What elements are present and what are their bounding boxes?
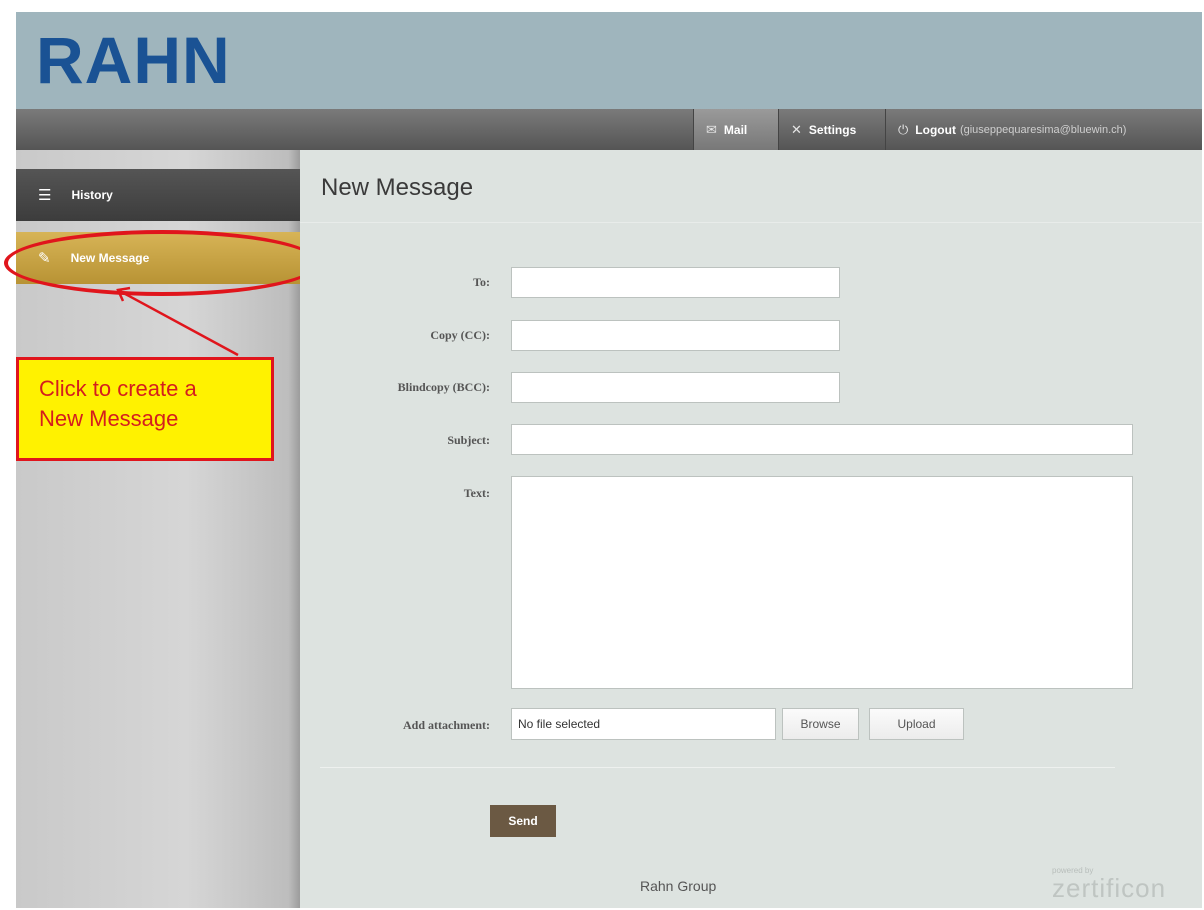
text-field[interactable] [511,476,1133,689]
file-selected-display[interactable]: No file selected [511,708,776,740]
send-button[interactable]: Send [490,805,556,837]
to-input[interactable] [512,268,839,297]
settings-icon: ✕ [791,121,802,137]
sidebar: ☰ History ✎ New Message Click to create … [4,150,320,908]
text-label: Text: [463,486,490,500]
form-divider [320,767,1115,768]
power-icon: ⏻ [898,121,909,137]
nav-mail[interactable]: ✉ Mail [693,109,778,150]
main-content: New Message To: Copy (CC): Blindcopy (BC… [300,150,1202,908]
nav-settings-label: Settings [808,122,857,137]
brand-name: zertificon [1052,873,1167,903]
nav-logout[interactable]: ⏻ Logout (giuseppequaresima@bluewin.ch) [885,109,1191,150]
nav-settings[interactable]: ✕ Settings [778,109,885,150]
subject-input[interactable] [512,425,1132,454]
title-divider [300,222,1202,223]
callout-line-2: New Message [39,406,179,431]
rahn-logo: RAHN [36,23,231,97]
user-email: (giuseppequaresima@bluewin.ch) [959,123,1127,136]
browse-button[interactable]: Browse [782,708,859,740]
cc-label: Copy (CC): [430,328,490,342]
cc-input[interactable] [512,321,839,350]
top-navbar: ✉ Mail ✕ Settings ⏻ Logout (giuseppequar… [16,109,1202,150]
bcc-input[interactable] [512,373,839,402]
mail-icon: ✉ [706,121,717,137]
page-title: New Message [321,174,474,201]
annotation-callout: Click to create a New Message [16,357,274,461]
callout-line-1: Click to create a [39,376,197,401]
nav-logout-label: Logout [915,122,956,137]
to-label: To: [473,275,490,289]
zertificon-logo: powered by zertificon [1052,866,1192,902]
subject-field[interactable] [511,424,1133,455]
footer-text: Rahn Group [640,878,717,894]
attachment-label: Add attachment: [403,718,490,732]
bcc-label: Blindcopy (BCC): [397,380,490,394]
header: RAHN [16,12,1202,109]
bcc-field[interactable] [511,372,840,403]
nav-mail-label: Mail [723,122,748,137]
app-frame: RAHN ✉ Mail ✕ Settings ⏻ Logout (giusepp… [4,12,1202,908]
to-field[interactable] [511,267,840,298]
text-textarea[interactable] [512,477,1132,688]
cc-field[interactable] [511,320,840,351]
subject-label: Subject: [447,433,490,447]
upload-button[interactable]: Upload [869,708,964,740]
